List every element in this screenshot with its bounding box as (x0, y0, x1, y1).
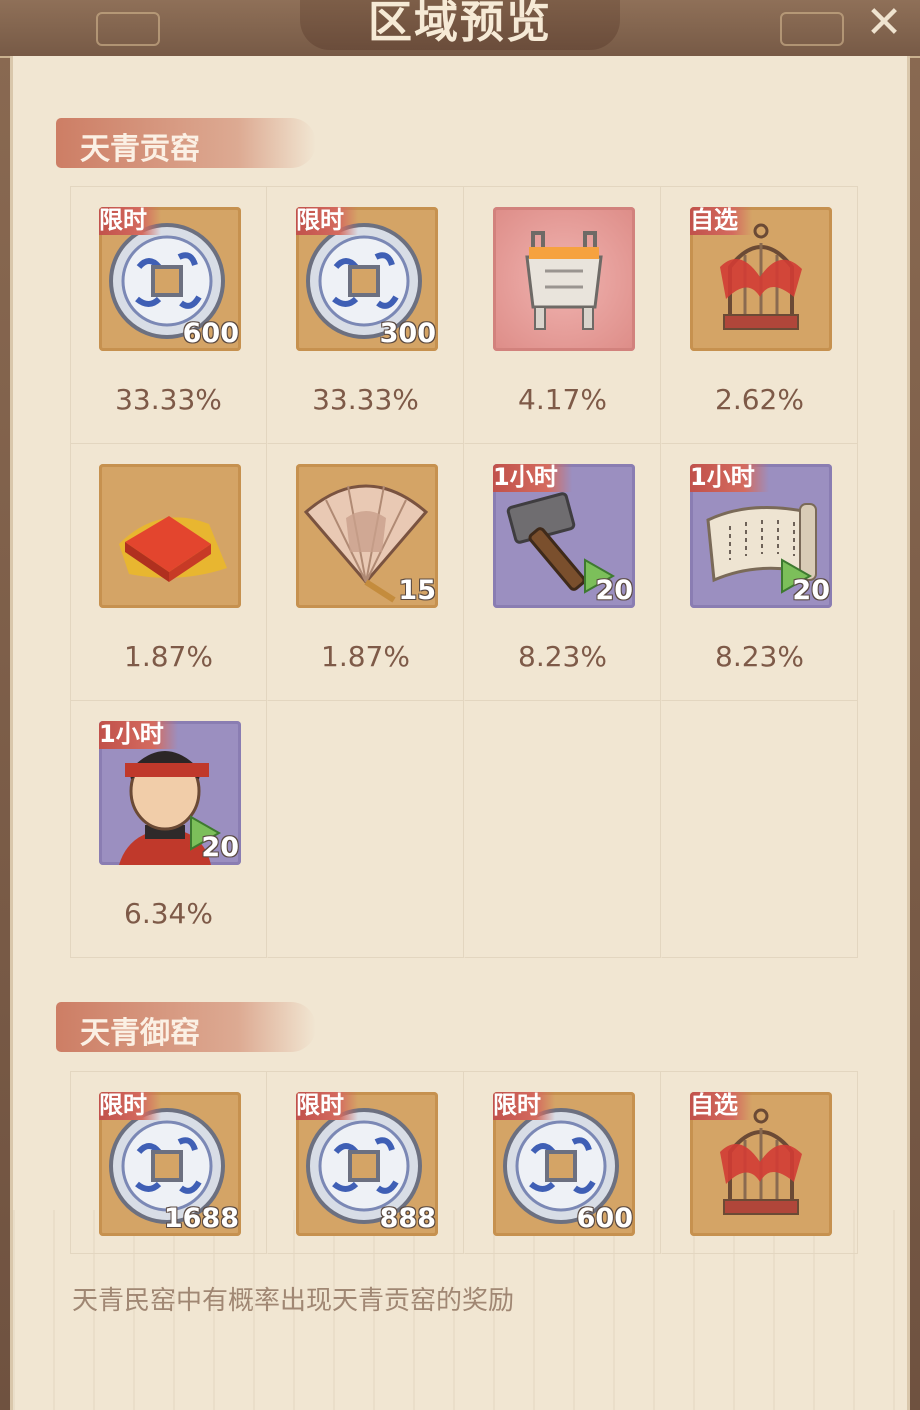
drop-rate: 4.17% (518, 383, 607, 416)
item-tag: 限时 (296, 207, 358, 235)
reward-item[interactable]: 限时 600 (99, 207, 241, 351)
reward-item[interactable]: 限时 1688 (99, 1092, 241, 1236)
reward-item[interactable]: 15 (296, 464, 438, 608)
item-quantity: 600 (182, 318, 239, 349)
reward-cell: 1小时 20 6.34% (70, 701, 267, 958)
section-label-tribute-kiln: 天青贡窑 (56, 118, 316, 168)
drop-rate: 33.33% (312, 383, 419, 416)
reward-cell: 自选 (661, 1072, 858, 1254)
reward-cell: 限时 888 (267, 1072, 464, 1254)
reward-cell: 1小时 20 8.23% (464, 444, 661, 701)
reward-cell: 限时 1688 (70, 1072, 267, 1254)
reward-item[interactable]: 1小时 20 (690, 464, 832, 608)
header-bar: 区域预览 ✕ (0, 0, 920, 58)
reward-cell: 15 1.87% (267, 444, 464, 701)
item-quantity: 20 (595, 575, 633, 606)
reward-cell: 限时 300 33.33% (267, 187, 464, 444)
drop-rate: 1.87% (124, 640, 213, 673)
reward-cell: 自选 2.62% (661, 187, 858, 444)
empty-cell (267, 701, 464, 958)
item-tag: 限时 (99, 1092, 161, 1120)
reward-cell: 4.17% (464, 187, 661, 444)
close-button[interactable]: ✕ (856, 0, 912, 46)
drop-rate: 33.33% (115, 383, 222, 416)
footnote-text: 天青民窑中有概率出现天青贡窑的奖励 (72, 1286, 515, 1316)
empty-cell (464, 701, 661, 958)
header-ornament-left (96, 12, 160, 46)
close-icon: ✕ (865, 0, 903, 48)
header-ornament-right (780, 12, 844, 46)
section-title: 天青贡窑 (80, 132, 200, 167)
section-label-imperial-kiln: 天青御窑 (56, 1002, 316, 1052)
reward-item[interactable]: 限时 300 (296, 207, 438, 351)
item-quantity: 15 (398, 575, 436, 606)
section-title: 天青御窑 (80, 1016, 200, 1051)
reward-item[interactable]: 1小时 20 (99, 721, 241, 865)
reward-cell: 1.87% (70, 444, 267, 701)
reward-item[interactable]: 1小时 20 (493, 464, 635, 608)
reward-item[interactable]: 自选 (690, 207, 832, 351)
item-tag: 自选 (690, 207, 752, 235)
item-quantity: 20 (201, 832, 239, 863)
item-tag: 自选 (690, 1092, 752, 1120)
drop-rate: 8.23% (518, 640, 607, 673)
item-tag: 限时 (296, 1092, 358, 1120)
title-banner: 区域预览 (300, 0, 620, 50)
reward-item[interactable] (493, 207, 635, 351)
reward-item[interactable]: 限时 888 (296, 1092, 438, 1236)
page-title: 区域预览 (368, 0, 552, 48)
drop-rate: 8.23% (715, 640, 804, 673)
reward-item[interactable]: 限时 600 (493, 1092, 635, 1236)
item-quantity: 300 (379, 318, 436, 349)
item-tag: 1小时 (690, 464, 769, 492)
reward-cell: 限时 600 (464, 1072, 661, 1254)
reward-cell: 1小时 20 8.23% (661, 444, 858, 701)
item-tag: 限时 (493, 1092, 555, 1120)
drop-rate: 1.87% (321, 640, 410, 673)
item-quantity: 1688 (163, 1203, 239, 1234)
drop-rate: 6.34% (124, 897, 213, 930)
drop-rate: 2.62% (715, 383, 804, 416)
item-quantity: 20 (792, 575, 830, 606)
item-tag: 1小时 (493, 464, 572, 492)
item-tag: 限时 (99, 207, 161, 235)
empty-cell (661, 701, 858, 958)
item-tag: 1小时 (99, 721, 178, 749)
item-quantity: 888 (379, 1203, 436, 1234)
reward-grid-imperial-kiln: 限时 1688 限时 888 限时 600 自选 (70, 1071, 858, 1254)
reward-grid-tribute-kiln: 限时 600 33.33% 限时 300 33.33% 4.17% 自选 2.62% 1.87% 1… (70, 186, 858, 958)
reward-cell: 限时 600 33.33% (70, 187, 267, 444)
item-quantity: 600 (576, 1203, 633, 1234)
reward-item[interactable] (99, 464, 241, 608)
reward-item[interactable]: 自选 (690, 1092, 832, 1236)
